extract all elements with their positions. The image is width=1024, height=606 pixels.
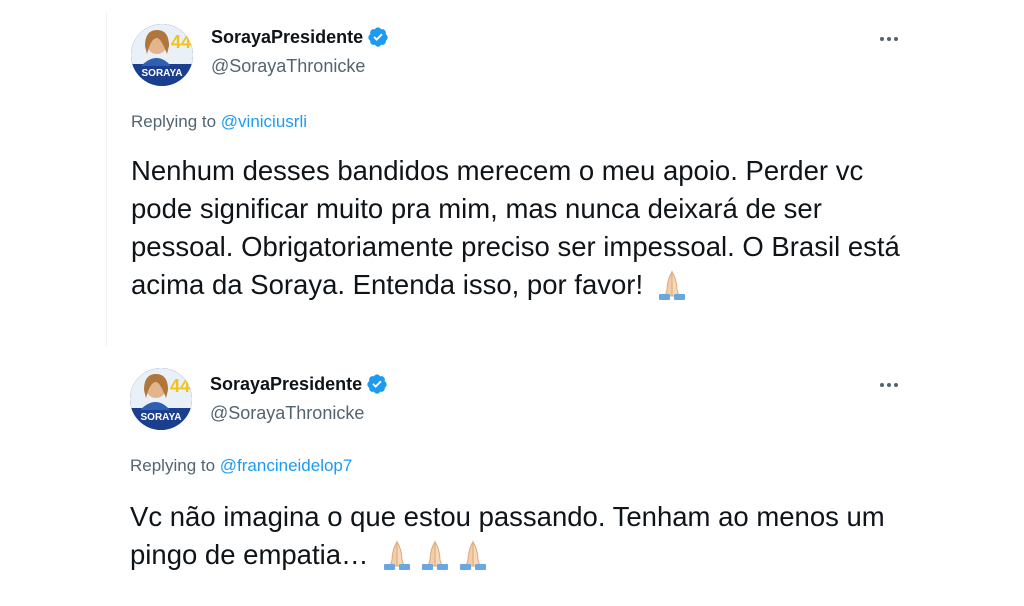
verified-badge-icon (366, 373, 388, 395)
handle[interactable]: @SorayaThronicke (211, 56, 365, 77)
tweet[interactable]: 44 SORAYA SorayaPresidente @SorayaThroni… (106, 12, 918, 346)
tweet-body: Vc não imagina o que estou passando. Ten… (130, 501, 885, 570)
replying-to-line: Replying to @francineidelop7 (130, 456, 352, 476)
avatar[interactable]: 44 SORAYA (131, 24, 193, 86)
tweet-text: Vc não imagina o que estou passando. Ten… (130, 498, 900, 574)
tweet[interactable]: 44 SORAYA SorayaPresidente @SorayaThroni… (106, 358, 918, 594)
more-options-icon[interactable] (874, 28, 904, 50)
replying-prefix: Replying to (130, 456, 220, 475)
folded-hands-icon (416, 540, 454, 570)
avatar-number: 44 (170, 376, 190, 396)
display-name[interactable]: SorayaPresidente (211, 27, 363, 48)
display-name[interactable]: SorayaPresidente (210, 374, 362, 395)
replying-prefix: Replying to (131, 112, 221, 131)
folded-hands-icon (454, 540, 492, 570)
replying-to-link[interactable]: @francineidelop7 (220, 456, 353, 475)
avatar[interactable]: 44 SORAYA (130, 368, 192, 430)
replying-to-link[interactable]: @viniciusrli (221, 112, 307, 131)
handle[interactable]: @SorayaThronicke (210, 403, 364, 424)
replying-to-line: Replying to @viniciusrli (131, 112, 307, 132)
tweet-text: Nenhum desses bandidos merecem o meu apo… (131, 152, 901, 304)
name-row: SorayaPresidente (211, 26, 389, 48)
folded-hands-icon (653, 270, 691, 300)
more-options-icon[interactable] (874, 374, 904, 396)
folded-hands-icon (378, 540, 416, 570)
name-row: SorayaPresidente (210, 373, 388, 395)
verified-badge-icon (367, 26, 389, 48)
tweet-body: Nenhum desses bandidos merecem o meu apo… (131, 155, 900, 300)
avatar-name: SORAYA (142, 68, 183, 79)
avatar-name: SORAYA (141, 412, 182, 423)
avatar-number: 44 (171, 32, 191, 52)
